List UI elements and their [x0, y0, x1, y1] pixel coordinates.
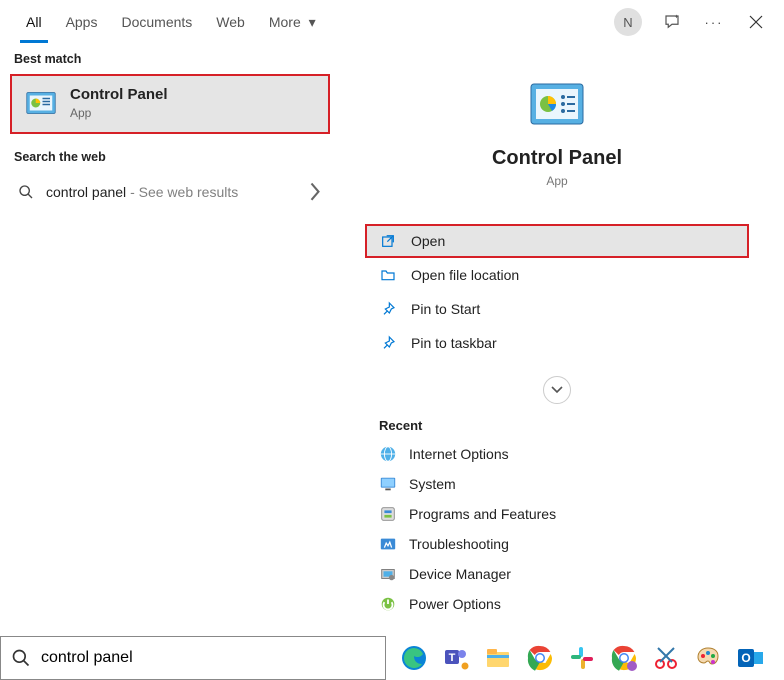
search-icon — [18, 184, 34, 200]
tabs: All Apps Documents Web More ▾ — [0, 2, 328, 43]
search-web-label: Search the web — [0, 142, 340, 170]
recent-item-internet-options[interactable]: Internet Options — [365, 439, 749, 469]
taskbar-outlook-icon[interactable]: O — [736, 644, 764, 672]
pin-icon — [379, 334, 397, 352]
web-result-hint: See web results — [139, 184, 239, 200]
recent-item-label: Troubleshooting — [409, 536, 509, 552]
action-label: Open — [411, 233, 445, 249]
taskbar-edge-icon[interactable] — [400, 644, 428, 672]
actions: Open Open file location Pin to Start — [351, 214, 763, 368]
recent-item-device-manager[interactable]: Device Manager — [365, 559, 749, 589]
recent-item-power-options[interactable]: Power Options — [365, 589, 749, 619]
detail-card: Control Panel App Open Open file — [350, 54, 764, 620]
header-right: N ··· — [614, 8, 778, 36]
pin-icon — [379, 300, 397, 318]
tab-web[interactable]: Web — [204, 2, 257, 43]
detail-subtitle: App — [546, 174, 567, 188]
tab-apps[interactable]: Apps — [54, 2, 110, 43]
search-box[interactable] — [0, 636, 386, 680]
tab-more-label: More — [269, 14, 301, 30]
control-panel-icon — [26, 91, 56, 115]
taskbar-chrome-icon[interactable] — [526, 644, 554, 672]
taskbar-teams-icon[interactable]: T — [442, 644, 470, 672]
right-panel: Control Panel App Open Open file — [340, 44, 784, 680]
avatar[interactable]: N — [614, 8, 642, 36]
header-bar: All Apps Documents Web More ▾ N ··· — [0, 0, 784, 44]
action-open-file-location[interactable]: Open file location — [365, 258, 749, 292]
recent-list: Internet Options System Programs and Fea… — [351, 439, 763, 619]
recent-item-system[interactable]: System — [365, 469, 749, 499]
internet-icon — [379, 445, 397, 463]
close-icon[interactable] — [744, 10, 768, 34]
detail-head: Control Panel App — [351, 55, 763, 214]
tab-documents[interactable]: Documents — [109, 2, 204, 43]
taskbar: T O — [386, 636, 784, 680]
recent-item-label: System — [409, 476, 456, 492]
best-match-result[interactable]: Control Panel App — [10, 74, 330, 134]
best-match-title: Control Panel — [70, 86, 168, 104]
recent-label: Recent — [351, 412, 763, 439]
programs-icon — [379, 505, 397, 523]
recent-item-label: Device Manager — [409, 566, 511, 582]
taskbar-chrome-alt-icon[interactable] — [610, 644, 638, 672]
action-pin-to-start[interactable]: Pin to Start — [365, 292, 749, 326]
svg-text:T: T — [449, 652, 456, 664]
folder-icon — [379, 266, 397, 284]
search-input[interactable] — [41, 649, 375, 667]
feedback-icon[interactable] — [660, 10, 684, 34]
taskbar-paint-icon[interactable] — [694, 644, 722, 672]
troubleshoot-icon — [379, 535, 397, 553]
best-match-label: Best match — [0, 44, 340, 72]
web-result-query: control panel — [46, 184, 126, 200]
recent-item-programs[interactable]: Programs and Features — [365, 499, 749, 529]
taskbar-snip-icon[interactable] — [652, 644, 680, 672]
recent-item-label: Programs and Features — [409, 506, 556, 522]
action-label: Pin to Start — [411, 301, 480, 317]
open-icon — [379, 232, 397, 250]
recent-item-label: Power Options — [409, 596, 501, 612]
taskbar-slack-icon[interactable] — [568, 644, 596, 672]
recent-item-label: Internet Options — [409, 446, 509, 462]
chevron-down-icon: ▾ — [309, 14, 316, 30]
best-match-subtitle: App — [70, 106, 168, 120]
left-panel: Best match Control Panel App Search the … — [0, 44, 340, 680]
action-open[interactable]: Open — [365, 224, 749, 258]
web-result-row[interactable]: control panel - See web results — [0, 170, 340, 213]
tab-more[interactable]: More ▾ — [257, 2, 328, 43]
expand-toggle[interactable] — [543, 376, 571, 404]
device-icon — [379, 565, 397, 583]
system-icon — [379, 475, 397, 493]
action-label: Pin to taskbar — [411, 335, 497, 351]
svg-text:O: O — [741, 651, 750, 665]
chevron-right-icon — [308, 180, 322, 203]
action-pin-to-taskbar[interactable]: Pin to taskbar — [365, 326, 749, 360]
search-icon — [11, 648, 31, 668]
power-icon — [379, 595, 397, 613]
web-result-text: control panel - See web results — [46, 184, 296, 200]
tab-all[interactable]: All — [14, 2, 54, 43]
taskbar-explorer-icon[interactable] — [484, 644, 512, 672]
detail-title: Control Panel — [492, 147, 622, 170]
control-panel-icon — [530, 83, 584, 125]
footer: T O — [0, 636, 784, 680]
action-label: Open file location — [411, 267, 519, 283]
more-options-icon[interactable]: ··· — [702, 10, 726, 34]
recent-item-troubleshooting[interactable]: Troubleshooting — [365, 529, 749, 559]
